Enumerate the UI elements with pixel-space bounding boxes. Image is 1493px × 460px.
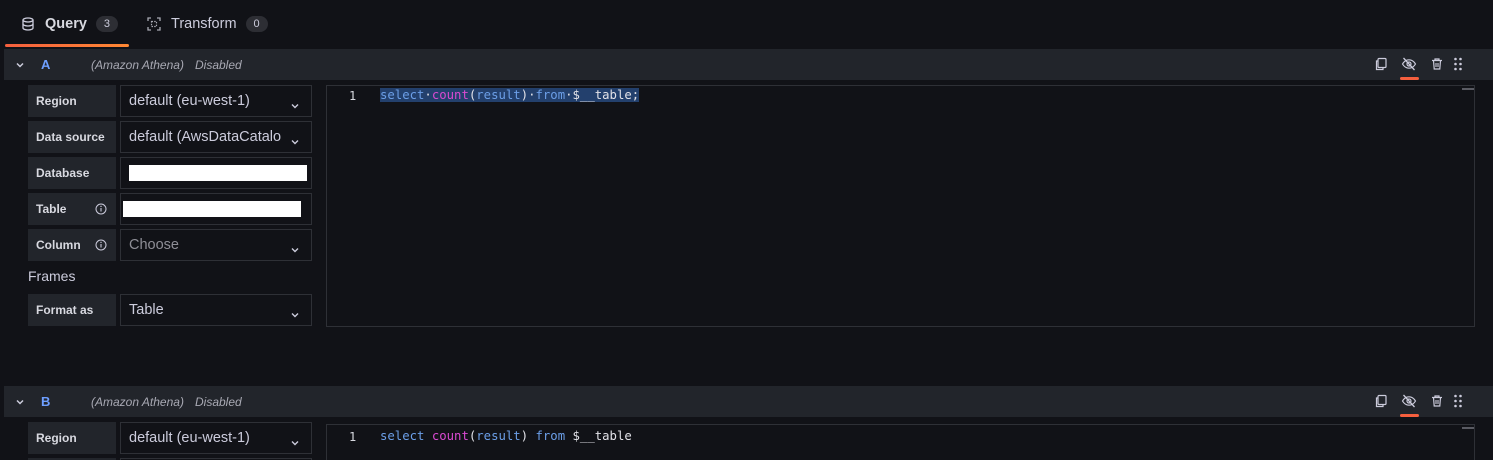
drag-handle-icon[interactable] xyxy=(1450,393,1466,409)
format-field: Format as Table xyxy=(0,294,320,326)
redacted-value xyxy=(123,201,301,217)
column-label: Column xyxy=(28,229,116,261)
code-token-arg: result xyxy=(476,88,521,102)
code-token-keyword: select xyxy=(380,88,425,102)
code-token-paren: ) xyxy=(520,88,529,102)
query-ref-id[interactable]: B xyxy=(41,394,50,409)
query-row-header-a[interactable]: A (Amazon Athena) Disabled xyxy=(4,49,1493,80)
code-token-keyword: select xyxy=(380,429,425,443)
database-icon xyxy=(20,16,36,32)
query-datasource-name: (Amazon Athena) xyxy=(91,394,184,409)
code-token-keyword: from xyxy=(535,88,566,102)
tab-query[interactable]: Query 3 xyxy=(20,0,118,48)
chevron-down-icon[interactable] xyxy=(14,395,26,407)
eye-slash-icon[interactable] xyxy=(1401,56,1417,72)
database-select[interactable] xyxy=(120,157,312,189)
datasource-value: default (AwsDataCatalo xyxy=(129,129,282,145)
sql-editor-b[interactable]: 1 select count(result) from $__table xyxy=(326,424,1475,460)
region-value: default (eu-west-1) xyxy=(129,430,250,446)
region-select[interactable]: default (eu-west-1) xyxy=(120,422,312,454)
transform-icon xyxy=(146,16,162,32)
query-disabled-status: Disabled xyxy=(195,57,242,72)
tab-transform-count: 0 xyxy=(245,16,268,32)
copy-icon[interactable] xyxy=(1373,393,1389,409)
query-ref-id[interactable]: A xyxy=(41,57,50,72)
query-transform-tabs: Query 3 Transform 0 xyxy=(0,0,1493,48)
region-label: Region xyxy=(28,422,116,454)
column-select[interactable]: Choose xyxy=(120,229,312,261)
tab-transform-label: Transform xyxy=(171,16,237,32)
datasource-label: Data source xyxy=(28,121,116,153)
datasource-field: Data source default (AwsDataCatalo xyxy=(0,121,320,153)
trash-icon[interactable] xyxy=(1429,56,1445,72)
drag-handle-icon[interactable] xyxy=(1450,56,1466,72)
query-datasource-name: (Amazon Athena) xyxy=(91,57,184,72)
redacted-value xyxy=(129,165,307,181)
line-number: 1 xyxy=(349,89,357,103)
code-token-arg: result xyxy=(476,429,521,443)
tab-query-label: Query xyxy=(45,16,87,32)
query-disabled-status: Disabled xyxy=(195,394,242,409)
database-field: Database xyxy=(0,157,320,189)
chevron-down-icon xyxy=(290,242,300,253)
chevron-down-icon xyxy=(290,435,300,446)
chevron-down-icon[interactable] xyxy=(14,58,26,70)
hidden-toggle-indicator xyxy=(1400,414,1419,417)
region-field: Region default (eu-west-1) xyxy=(0,85,320,117)
region-value: default (eu-west-1) xyxy=(129,93,250,109)
chevron-down-icon xyxy=(290,134,300,145)
frames-heading: Frames xyxy=(28,268,76,284)
table-select[interactable] xyxy=(120,193,312,225)
info-circle-icon[interactable] xyxy=(95,203,107,215)
code-line[interactable]: select count(result) from $__table xyxy=(380,429,632,443)
line-number: 1 xyxy=(349,430,357,444)
code-token-keyword: from xyxy=(535,429,566,443)
hidden-toggle-indicator xyxy=(1400,77,1419,80)
region-field: Region default (eu-west-1) xyxy=(0,422,320,454)
code-token-function: count xyxy=(431,88,469,102)
code-token-function: count xyxy=(431,429,469,443)
info-circle-icon[interactable] xyxy=(95,239,107,251)
code-token-table: $__table; xyxy=(572,88,640,102)
chevron-down-icon xyxy=(290,307,300,318)
format-label: Format as xyxy=(28,294,116,326)
region-select[interactable]: default (eu-west-1) xyxy=(120,85,312,117)
active-tab-indicator xyxy=(5,44,129,47)
database-label: Database xyxy=(28,157,116,189)
tab-transform[interactable]: Transform 0 xyxy=(146,0,268,48)
chevron-down-icon xyxy=(290,98,300,109)
copy-icon[interactable] xyxy=(1373,56,1389,72)
region-label: Region xyxy=(28,85,116,117)
table-label: Table xyxy=(28,193,116,225)
format-value: Table xyxy=(129,302,164,318)
code-line[interactable]: select·count(result)·from·$__table; xyxy=(380,88,640,102)
column-placeholder: Choose xyxy=(129,237,179,253)
format-select[interactable]: Table xyxy=(120,294,312,326)
datasource-select[interactable]: default (AwsDataCatalo xyxy=(120,121,312,153)
sql-editor-a[interactable]: 1 select·count(result)·from·$__table; xyxy=(326,85,1475,327)
tab-query-count: 3 xyxy=(95,16,118,32)
trash-icon[interactable] xyxy=(1429,393,1445,409)
query-row-header-b[interactable]: B (Amazon Athena) Disabled xyxy=(4,386,1493,417)
scrollbar-thumb[interactable] xyxy=(1462,88,1474,90)
eye-slash-icon[interactable] xyxy=(1401,393,1417,409)
column-field: Column Choose xyxy=(0,229,320,261)
scrollbar-thumb[interactable] xyxy=(1462,427,1474,429)
code-token-table: $__table xyxy=(572,429,632,443)
code-token-paren: ) xyxy=(520,429,529,443)
table-field: Table xyxy=(0,193,320,225)
